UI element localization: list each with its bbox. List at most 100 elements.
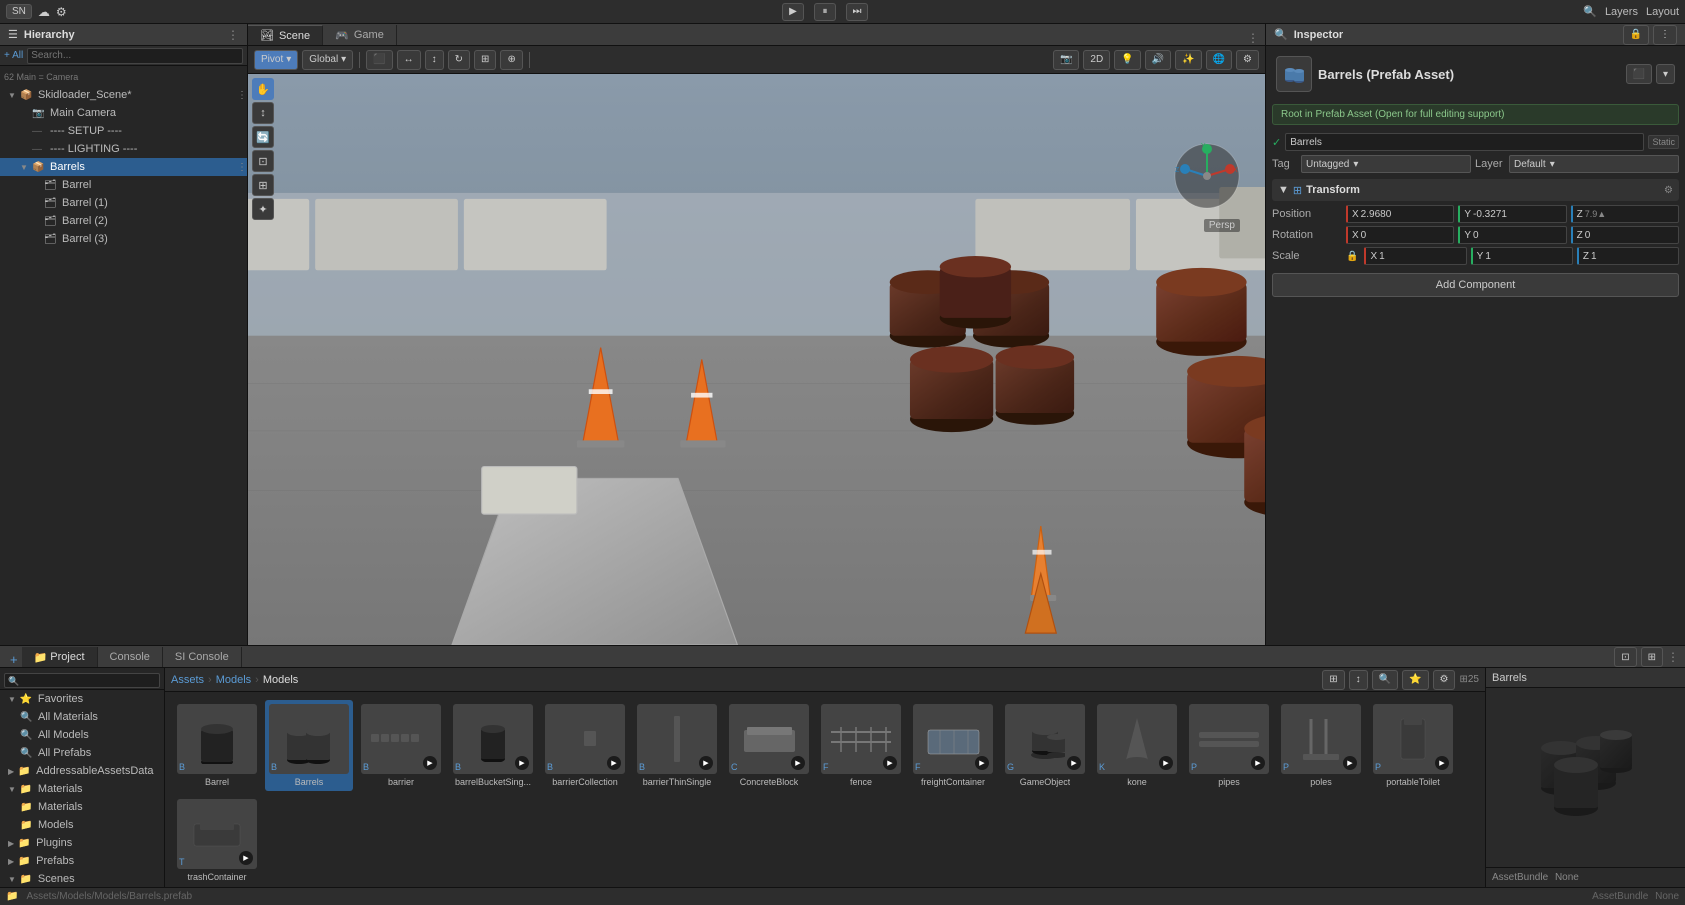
- tool-move2[interactable]: ↕: [252, 102, 274, 124]
- project-item-all-materials[interactable]: 🔍 All Materials: [0, 708, 164, 726]
- tab-console[interactable]: Console: [98, 647, 163, 667]
- tab-game[interactable]: 🎮 Game: [323, 25, 397, 45]
- asset-tile-concrete[interactable]: ▶ C ConcreteBlock: [725, 700, 813, 791]
- tool-move[interactable]: ⬛: [366, 50, 392, 70]
- project-item-materials-sub[interactable]: 📁 Materials: [0, 798, 164, 816]
- proj-settings-btn[interactable]: ⚙: [1433, 670, 1456, 690]
- breadcrumb-assets[interactable]: Assets: [171, 674, 204, 686]
- rotation-y-field[interactable]: Y 0: [1458, 226, 1566, 244]
- inspector-more-btn[interactable]: ⋮: [1653, 25, 1677, 45]
- tool-rect2[interactable]: ⊞: [252, 174, 274, 196]
- inspector-lock-btn[interactable]: 🔒: [1623, 25, 1649, 45]
- project-item-materials[interactable]: ▼ 📁 Materials: [0, 780, 164, 798]
- light-btn[interactable]: 💡: [1114, 50, 1140, 70]
- layout-label[interactable]: Layout: [1646, 6, 1679, 18]
- scale-lock-icon[interactable]: 🔒: [1346, 251, 1358, 262]
- position-z-field[interactable]: Z 7.9▲: [1571, 205, 1679, 223]
- scale-x-field[interactable]: X 1: [1364, 247, 1466, 265]
- fx-btn[interactable]: ✨: [1175, 50, 1201, 70]
- asset-tile-barrel-bucket[interactable]: ▶ B barrelBucketSing...: [449, 700, 537, 791]
- cloud-icon[interactable]: ☁: [38, 5, 50, 19]
- asset-tile-barrier-col[interactable]: ▶ B barrierCollection: [541, 700, 629, 791]
- poles-play-icon[interactable]: ▶: [1343, 756, 1357, 770]
- pipes-play-icon[interactable]: ▶: [1251, 756, 1265, 770]
- trash-play-icon[interactable]: ▶: [239, 851, 253, 865]
- scale-y-field[interactable]: Y 1: [1471, 247, 1573, 265]
- asset-tile-gameobj[interactable]: ▶ G GameObject: [1001, 700, 1089, 791]
- audio-btn[interactable]: 🔊: [1145, 50, 1171, 70]
- barrier-thin-play-icon[interactable]: ▶: [699, 756, 713, 770]
- scene-more-icon[interactable]: ⋮: [1247, 31, 1259, 45]
- concrete-play-icon[interactable]: ▶: [791, 756, 805, 770]
- hierarchy-item-camera[interactable]: 📷 Main Camera: [0, 104, 247, 122]
- tool-custom[interactable]: ✦: [252, 198, 274, 220]
- position-y-field[interactable]: Y -0.3271: [1458, 205, 1566, 223]
- rotation-z-field[interactable]: Z 0: [1571, 226, 1679, 244]
- hierarchy-item-lighting[interactable]: — ---- LIGHTING ----: [0, 140, 247, 158]
- tool-translate[interactable]: ↔: [397, 50, 421, 70]
- play-button[interactable]: ▶: [782, 3, 804, 21]
- toilet-play-icon[interactable]: ▶: [1435, 756, 1449, 770]
- asset-tile-kone[interactable]: ▶ K kone: [1093, 700, 1181, 791]
- hierarchy-menu[interactable]: ⋮: [227, 28, 239, 42]
- bottom-more-icon[interactable]: ⋮: [1667, 650, 1679, 664]
- hierarchy-item-scene[interactable]: ▼ 📦 Skidloader_Scene* ⋮: [0, 86, 247, 104]
- kone-play-icon[interactable]: ▶: [1159, 756, 1173, 770]
- tool-rotate2[interactable]: 🔄: [252, 126, 274, 148]
- proj-star-btn[interactable]: ⭐: [1402, 670, 1428, 690]
- proj-view-btn[interactable]: ⊞: [1322, 670, 1344, 690]
- project-search-input[interactable]: [4, 673, 160, 688]
- asset-tile-trash[interactable]: ▶ T trashContainer: [173, 795, 261, 886]
- project-item-scenes[interactable]: ▼ 📁 Scenes: [0, 870, 164, 887]
- scale-z-field[interactable]: Z 1: [1577, 247, 1679, 265]
- asset-tile-barrier-thin[interactable]: ▶ B barrierThinSingle: [633, 700, 721, 791]
- hierarchy-item-barrel1[interactable]: 🗂 Barrel (1): [0, 194, 247, 212]
- hierarchy-item-barrel[interactable]: 🗂 Barrel: [0, 176, 247, 194]
- scene-view[interactable]: + Y X Z: [248, 74, 1265, 645]
- gizmo-btn[interactable]: ⚙: [1236, 50, 1259, 70]
- hierarchy-item-setup[interactable]: — ---- SETUP ----: [0, 122, 247, 140]
- position-x-field[interactable]: X 2.9680: [1346, 205, 1454, 223]
- scene-item-menu[interactable]: ⋮: [237, 90, 247, 101]
- asset-tile-pipes[interactable]: ▶ P pipes: [1185, 700, 1273, 791]
- proj-sort-btn[interactable]: ↕: [1349, 670, 1368, 690]
- collapse-btn[interactable]: ⊡: [1614, 647, 1636, 667]
- tab-project[interactable]: 📁 Project: [22, 647, 98, 667]
- skybox-btn[interactable]: 🌐: [1206, 50, 1232, 70]
- project-item-prefabs[interactable]: ▶ 📁 Prefabs: [0, 852, 164, 870]
- barrier-play-icon[interactable]: ▶: [423, 756, 437, 770]
- step-button[interactable]: ⏭: [846, 3, 868, 21]
- global-button[interactable]: Global ▾: [302, 50, 353, 70]
- fence-play-icon[interactable]: ▶: [883, 756, 897, 770]
- camera-settings-btn[interactable]: 📷: [1053, 50, 1079, 70]
- tab-scene[interactable]: 🏞 Scene: [248, 25, 323, 45]
- layers-label[interactable]: Layers: [1605, 6, 1638, 18]
- tag-dropdown[interactable]: Untagged ▾: [1301, 155, 1471, 173]
- asset-tile-poles[interactable]: ▶ P poles: [1277, 700, 1365, 791]
- tab-si-console[interactable]: SI Console: [163, 647, 242, 667]
- proj-filter-btn[interactable]: 🔍: [1372, 670, 1398, 690]
- search-icon-top[interactable]: 🔍: [1583, 5, 1597, 18]
- tool-scale[interactable]: ↻: [448, 50, 470, 70]
- project-item-models[interactable]: 📁 Models: [0, 816, 164, 834]
- hierarchy-search-input[interactable]: [27, 48, 243, 64]
- inspector-open-btn[interactable]: ⬛: [1626, 64, 1652, 84]
- tool-rect[interactable]: ⊞: [474, 50, 496, 70]
- barrel-bucket-play-icon[interactable]: ▶: [515, 756, 529, 770]
- gameobj-play-icon[interactable]: ▶: [1067, 756, 1081, 770]
- asset-tile-barrels[interactable]: B Barrels: [265, 700, 353, 791]
- project-item-plugins[interactable]: ▶ 📁 Plugins: [0, 834, 164, 852]
- barrier-col-play-icon[interactable]: ▶: [607, 756, 621, 770]
- asset-tile-fence[interactable]: ▶ F fence: [817, 700, 905, 791]
- pause-button[interactable]: ⏸: [814, 3, 836, 21]
- rotation-x-field[interactable]: X 0: [1346, 226, 1454, 244]
- asset-tile-freight[interactable]: ▶ F freightContainer: [909, 700, 997, 791]
- bottom-add-btn[interactable]: +: [6, 652, 22, 667]
- barrels-item-menu[interactable]: ⋮: [237, 162, 247, 173]
- breadcrumb-models[interactable]: Models: [216, 674, 251, 686]
- project-item-all-models[interactable]: 🔍 All Models: [0, 726, 164, 744]
- asset-tile-barrier[interactable]: ▶ B barrier: [357, 700, 445, 791]
- hierarchy-add-btn[interactable]: + All: [4, 50, 23, 61]
- hierarchy-item-barrel2[interactable]: 🗂 Barrel (2): [0, 212, 247, 230]
- transform-section-header[interactable]: ▼ ⊞ Transform ⚙: [1272, 179, 1679, 201]
